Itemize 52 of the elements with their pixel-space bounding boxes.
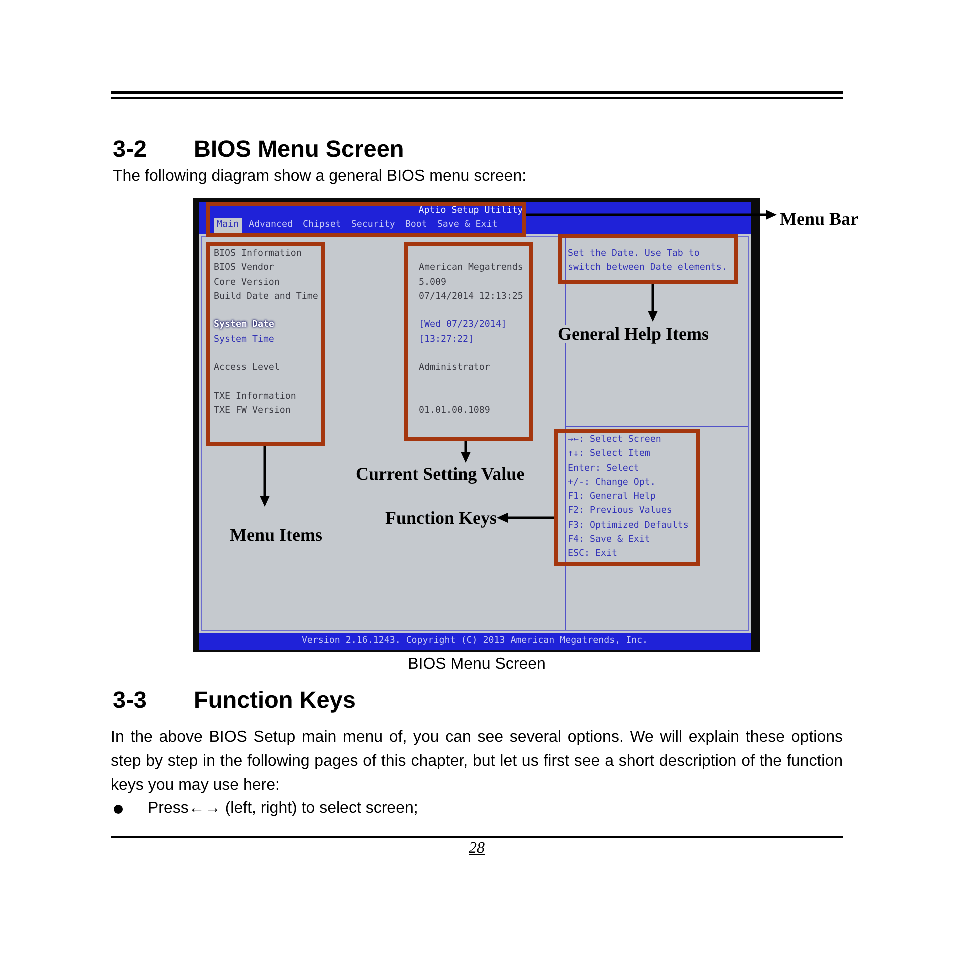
key-hint: ESC: Exit <box>568 548 618 562</box>
key-hint: F2: Previous Values <box>568 505 672 518</box>
key-hint: F3: Optimized Defaults <box>568 520 689 533</box>
bullet-icon <box>114 804 123 814</box>
key-hint: F1: General Help <box>568 491 656 504</box>
setting-label: Access Level <box>214 362 280 376</box>
setting-label: TXE Information <box>214 390 296 404</box>
intro-text: The following diagram show a general BIOS menu screen: <box>113 167 527 187</box>
setting-value: 01.01.00.1089 <box>419 405 490 418</box>
key-hint: F4: Save & Exit <box>568 534 650 548</box>
callout-label: General Help Items <box>558 325 709 343</box>
key-hint: →←: Select Screen <box>568 434 662 447</box>
section-title: BIOS Menu Screen <box>194 135 404 163</box>
setting-label: TXE FW Version <box>214 405 291 418</box>
key-hint: +/-: Change Opt. <box>568 476 656 490</box>
callout-label: Menu Bar <box>780 210 858 228</box>
body-paragraph: In the above BIOS Setup main menu of, you can see several options. We will explain these options step by step in the following pages of this chapter, but let us first see a short description of the function keys you may use here: <box>111 728 843 796</box>
bullet-text: Press←→ (left, right) to select screen; <box>148 799 418 819</box>
arrow <box>497 513 554 523</box>
setting-label[interactable]: System Time <box>214 332 274 348</box>
section-title: Function Keys <box>194 686 356 714</box>
setting-value[interactable]: [13:27:22] <box>419 332 474 348</box>
menu-tab[interactable]: Chipset <box>300 218 344 233</box>
key-hint: Enter: Select <box>568 462 640 476</box>
callout-label: Menu Items <box>230 526 322 544</box>
section-number: 3-2 <box>112 135 148 163</box>
menu-tab[interactable]: Save & Exit <box>434 218 501 233</box>
version-text: Version 2.16.1243. Copyright (C) 2013 American Megatrends, Inc. <box>302 635 648 648</box>
help-text: Set the Date. Use Tab to switch between Date elements. <box>568 248 728 275</box>
menu-tab[interactable]: Advanced <box>246 218 296 233</box>
setting-label: Build Date and Time <box>214 290 318 304</box>
menu-tab[interactable]: Boot <box>402 218 430 233</box>
section-number: 3-3 <box>112 686 148 714</box>
callout-label: Function Keys <box>385 509 497 527</box>
screen-title: Aptio Setup Utility <box>418 205 524 218</box>
arrow <box>260 446 270 507</box>
arrow <box>648 284 658 322</box>
setting-label: BIOS Information <box>214 248 302 261</box>
setting-label: Core Version <box>214 276 280 290</box>
key-hint: ↑↓: Select Item <box>568 448 650 462</box>
callout-label: Current Setting Value <box>356 465 525 483</box>
page-number: 28 <box>469 840 485 858</box>
setting-value: Administrator <box>419 362 490 376</box>
setting-value: 5.009 <box>419 276 446 290</box>
menu-tab[interactable]: Main <box>214 218 242 233</box>
figure-caption: BIOS Menu Screen <box>408 655 546 675</box>
setting-label: BIOS Vendor <box>214 262 274 276</box>
setting-value: American Megatrends <box>419 262 524 276</box>
arrow <box>461 441 471 463</box>
menu-tab[interactable]: Security <box>348 218 398 233</box>
setting-value[interactable]: [Wed 07/23/2014] <box>419 318 507 333</box>
setting-value: 07/14/2014 12:13:25 <box>419 290 524 304</box>
